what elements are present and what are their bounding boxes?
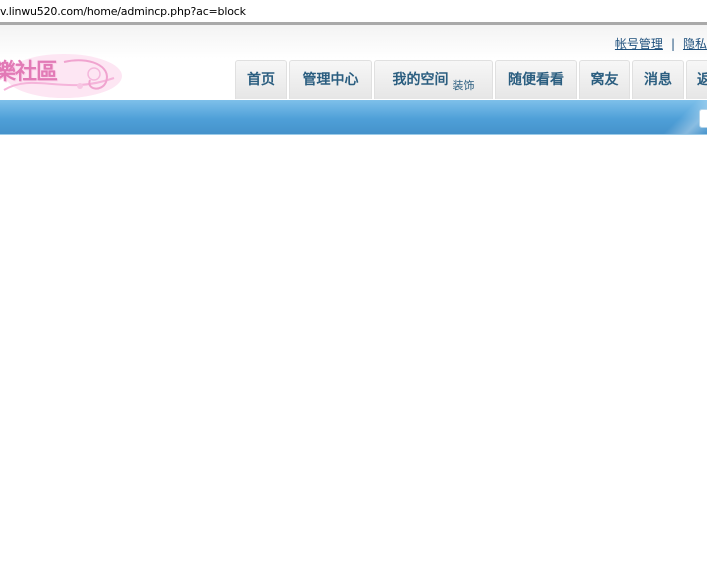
site-header: 樂社區 帐号管理|隐私 首页管理中心我的空间装饰随便看看窝友消息返回 (0, 25, 707, 100)
tab-my-space-decorate-link[interactable]: 装饰 (453, 79, 475, 92)
tab-my-space-label: 我的空间 (392, 72, 449, 88)
account-management-link[interactable]: 帐号管理 (615, 37, 663, 51)
top-links: 帐号管理 | 隐私 (615, 35, 707, 52)
tab-home[interactable]: 首页 (235, 60, 287, 99)
address-url[interactable]: v.linwu520.com/home/admincp.php?ac=block (0, 5, 246, 18)
tab-browse-label: 随便看看 (508, 72, 564, 88)
tab-admin-center[interactable]: 管理中心 (289, 60, 372, 99)
tab-friends-label: 窝友 (590, 72, 619, 88)
tab-messages[interactable]: 消息 (632, 60, 684, 99)
search-input[interactable] (699, 109, 707, 128)
sub-nav-bar (0, 100, 707, 135)
tab-messages-label: 消息 (644, 72, 672, 88)
tab-my-space[interactable]: 我的空间 装饰 (374, 60, 493, 99)
tab-admin-center-label: 管理中心 (302, 72, 359, 88)
site-logo[interactable]: 樂社區 (0, 52, 124, 98)
main-content-area (0, 135, 707, 586)
privacy-settings-link[interactable]: 隐私 (683, 37, 707, 51)
address-bar[interactable]: v.linwu520.com/home/admincp.php?ac=block (0, 0, 707, 25)
tab-home-label: 首页 (247, 72, 275, 88)
main-nav: 首页管理中心我的空间装饰随便看看窝友消息返回 (235, 60, 707, 100)
tab-browse[interactable]: 随便看看 (495, 60, 577, 99)
logo-text: 樂社區 (0, 59, 58, 85)
tab-return[interactable]: 返回 (686, 60, 707, 99)
top-links-separator: | (670, 37, 675, 51)
bar-gloss-decoration (647, 100, 707, 134)
tab-friends[interactable]: 窝友 (579, 60, 630, 99)
tab-return-label: 返回 (697, 72, 707, 88)
